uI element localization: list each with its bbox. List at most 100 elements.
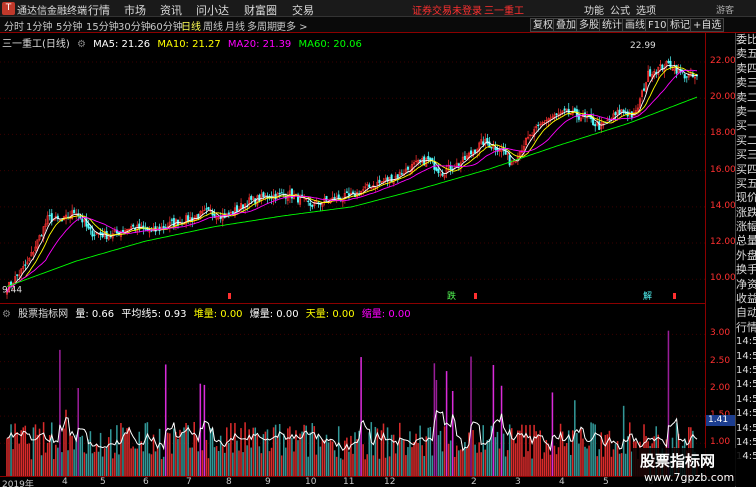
volume-bar	[565, 443, 568, 476]
signal-tick	[474, 293, 477, 299]
menu-item-options[interactable]: 选项	[636, 2, 656, 17]
period-tab-30min[interactable]: 30分钟	[118, 18, 151, 33]
menu-item-market[interactable]: 市场	[124, 2, 146, 18]
side-panel-item[interactable]: 自动	[736, 306, 756, 320]
side-panel-item[interactable]: 14:56	[736, 364, 756, 378]
side-panel-item[interactable]: 外盘	[736, 249, 756, 263]
volume-bar	[215, 446, 218, 476]
volume-bar	[71, 435, 73, 476]
side-panel-item[interactable]: 14:56	[736, 422, 756, 436]
side-panel-item[interactable]: 14:56	[736, 350, 756, 364]
side-panel-item[interactable]: 卖四	[736, 62, 756, 76]
candle-body	[345, 191, 348, 194]
volume-bar	[362, 444, 364, 476]
side-panel-item[interactable]: 14:56	[736, 335, 756, 349]
side-panel-item[interactable]: 换手	[736, 263, 756, 277]
volume-bar	[504, 456, 507, 476]
menu-item-wealth[interactable]: 财富圈	[244, 2, 277, 18]
volume-bar	[228, 442, 230, 476]
period-tab-5min[interactable]: 5分钟	[56, 18, 82, 33]
signal-marker-fall: 跌	[447, 291, 456, 301]
volume-bar	[89, 431, 92, 476]
candle-body	[91, 230, 94, 237]
volume-bar	[63, 428, 65, 476]
side-panel-item[interactable]: 卖二	[736, 91, 756, 105]
side-panel-item[interactable]: 行情	[736, 321, 756, 335]
period-tab-1min[interactable]: 1分钟	[26, 18, 52, 33]
menu-item-ask[interactable]: 问小达	[196, 2, 229, 18]
volume-bar	[449, 440, 452, 476]
side-panel-item[interactable]: 卖三	[736, 76, 756, 90]
side-panel-item[interactable]: 总量	[736, 234, 756, 248]
volume-chart[interactable]	[0, 318, 705, 476]
side-panel-item[interactable]: 涨跌	[736, 206, 756, 220]
volume-bar	[285, 447, 287, 476]
volume-bar	[549, 454, 552, 476]
f10-button[interactable]: F10	[645, 18, 670, 32]
side-panel-item[interactable]: 买三	[736, 148, 756, 162]
chart-settings-icon[interactable]: ⚙	[77, 39, 86, 50]
menu-item-function[interactable]: 功能	[584, 2, 604, 17]
guest-label[interactable]: 游客	[716, 3, 734, 16]
volume-bar	[384, 457, 387, 476]
menu-item-news[interactable]: 资讯	[160, 2, 182, 18]
side-panel-item[interactable]: 净资	[736, 278, 756, 292]
side-panel-item[interactable]: 14:56	[736, 393, 756, 407]
candle-body	[675, 64, 678, 74]
period-tab-weekly[interactable]: 周线	[203, 18, 223, 33]
candle-body	[205, 208, 208, 210]
side-panel-item[interactable]: 收益	[736, 292, 756, 306]
volume-bar	[91, 453, 94, 476]
volume-bar	[34, 424, 37, 476]
volume-bar	[537, 434, 539, 476]
side-panel-item[interactable]: 14:56	[736, 407, 756, 421]
period-tab-60min[interactable]: 60分钟	[150, 18, 183, 33]
volume-bar	[453, 456, 456, 476]
side-panel-item[interactable]: 14:56	[736, 378, 756, 392]
volume-bar	[474, 444, 476, 476]
side-panel-item[interactable]: 涨幅	[736, 220, 756, 234]
period-tab-more[interactable]: 更多 >	[276, 18, 308, 33]
app-logo-icon: T	[2, 2, 15, 15]
date-tick-label: 6	[143, 477, 149, 487]
side-panel-item[interactable]: 卖一	[736, 105, 756, 119]
menu-item-quotes[interactable]: 行情	[88, 2, 110, 18]
side-panel-item[interactable]: 委比	[736, 33, 756, 47]
menu-item-formula[interactable]: 公式	[610, 2, 630, 17]
add-watchlist-button[interactable]: +自选	[690, 18, 725, 32]
login-warning[interactable]: 证券交易未登录	[412, 2, 482, 17]
volume-bar	[317, 434, 320, 476]
volume-bar	[146, 422, 149, 476]
volume-bar	[8, 436, 10, 476]
pane-separator[interactable]	[0, 303, 705, 304]
period-tab-multi[interactable]: 多周期	[247, 18, 277, 33]
period-tab-15min[interactable]: 15分钟	[86, 18, 119, 33]
menu-item-trade[interactable]: 交易	[292, 2, 314, 18]
candlestick-chart[interactable]: 22.99 9.44 跌 解	[0, 33, 705, 301]
volume-bar	[217, 451, 220, 476]
volume-bar	[586, 448, 588, 476]
candle-body	[683, 74, 686, 79]
period-tab-monthly[interactable]: 月线	[225, 18, 245, 33]
side-panel-item[interactable]: 卖五	[736, 47, 756, 61]
period-tab-daily[interactable]: 日线	[181, 18, 201, 33]
price-tick-label: 18.00	[710, 128, 736, 139]
volume-bar	[333, 450, 336, 476]
legend-ma5: MA5: 21.26	[93, 39, 151, 50]
volume-bar	[305, 425, 307, 476]
period-tab-timeshare[interactable]: 分时	[4, 18, 24, 33]
side-panel-item[interactable]: 买四	[736, 163, 756, 177]
volume-bar	[423, 455, 425, 476]
candle-body	[494, 147, 497, 151]
volume-bar	[399, 422, 401, 476]
date-axis: 2019年456789101112234567	[0, 476, 735, 487]
side-panel-item[interactable]: 买五	[736, 177, 756, 191]
candle-body	[594, 124, 597, 127]
volume-bar	[30, 459, 33, 476]
side-panel-item[interactable]: 买一	[736, 119, 756, 133]
volume-bar	[596, 456, 598, 476]
volume-bar	[533, 424, 535, 476]
side-panel-item[interactable]: 买二	[736, 134, 756, 148]
side-panel-item[interactable]: 现价	[736, 191, 756, 205]
quote-side-panel[interactable]: 委比 卖五 卖四 卖三 卖二 卖一 买一 买二 买三 买四 买五 现价 涨跌 涨幅 总量 外盘 换手 净资 收益 自动…	[735, 33, 756, 487]
